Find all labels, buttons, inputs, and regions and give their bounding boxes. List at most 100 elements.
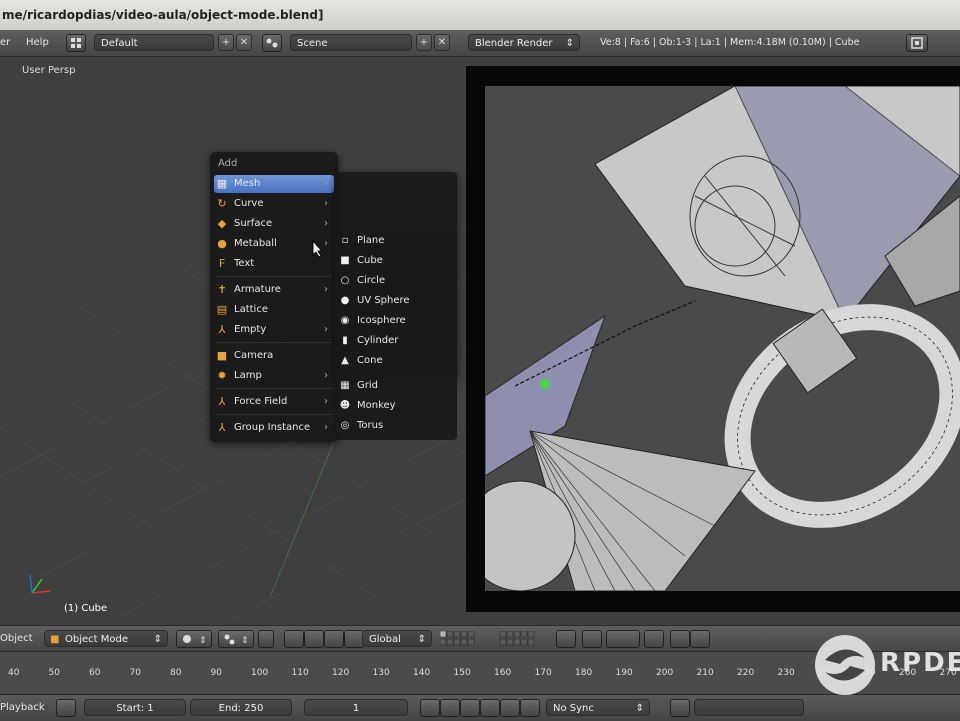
torus-icon: ◎: [340, 420, 350, 431]
add-menu-item-empty[interactable]: ⅄ Empty ›: [214, 321, 334, 339]
add-menu-item-lattice[interactable]: ▤ Lattice: [214, 301, 334, 319]
mesh-item-icosphere[interactable]: ◉ Icosphere: [337, 312, 455, 330]
window-title-bar: me/ricardopdias/video-aula/object-mode.b…: [0, 0, 960, 30]
add-menu-item-armature[interactable]: ✝ Armature ›: [214, 281, 334, 299]
add-menu-item-group-instance[interactable]: ⅄ Group Instance ›: [214, 419, 334, 437]
submenu-arrow-icon: ›: [324, 178, 328, 189]
rpde-logo-icon: [815, 635, 875, 695]
dropdown-arrows-icon: ⇕: [153, 634, 162, 645]
start-frame-field[interactable]: Start: 1: [84, 699, 186, 716]
timeline-tick-label: 230: [777, 668, 795, 678]
mesh-item-circle[interactable]: ○ Circle: [337, 272, 455, 290]
end-frame-field[interactable]: End: 250: [190, 699, 292, 716]
proportional-edit-icon[interactable]: [556, 630, 576, 648]
mesh-submenu-panel: ▫ Plane ■ Cube ○ Circle ● UV Sphere ◉ Icosphe…: [335, 232, 457, 440]
overlay-video-viewport: [485, 86, 960, 591]
layer-buttons[interactable]: [440, 631, 550, 647]
scene-name-field[interactable]: Scene: [290, 34, 412, 51]
snap-target-icon[interactable]: [644, 630, 664, 648]
play-reverse-icon[interactable]: [460, 699, 480, 717]
scale-icon[interactable]: [344, 630, 364, 648]
dropdown-arrows-icon: ⇕: [635, 703, 644, 714]
keying-icon[interactable]: [56, 699, 76, 717]
fullscreen-icon[interactable]: [906, 34, 928, 52]
scene-icon[interactable]: [262, 34, 282, 52]
add-layout-button[interactable]: +: [218, 34, 234, 51]
timeline-tick-label: 160: [494, 668, 512, 678]
mesh-item-torus[interactable]: ◎ Torus: [337, 417, 455, 435]
mesh-item-grid[interactable]: ▦ Grid: [337, 377, 455, 395]
snap-icon[interactable]: [582, 630, 602, 648]
viewport-shading-icon[interactable]: ⇕: [176, 630, 212, 648]
submenu-arrow-icon: ›: [324, 396, 328, 407]
timeline-tick-label: 210: [696, 668, 714, 678]
mesh-item-monkey[interactable]: ☻ Monkey: [337, 397, 455, 415]
manipulator-icon[interactable]: [284, 630, 304, 648]
mesh-item-plane[interactable]: ▫ Plane: [337, 232, 455, 250]
timeline-tick-label: 90: [210, 668, 222, 678]
svg-text:⇕: ⇕: [241, 636, 249, 646]
keying-set-field[interactable]: [694, 699, 804, 716]
timeline-tick-label: 140: [413, 668, 431, 678]
play-icon[interactable]: [480, 699, 500, 717]
pivot-point-icon[interactable]: ⇕: [218, 630, 254, 648]
add-scene-button[interactable]: +: [416, 34, 432, 51]
timeline-tick-label: 200: [656, 668, 674, 678]
mesh-item-uv-sphere[interactable]: ● UV Sphere: [337, 292, 455, 310]
menu-separator: [216, 342, 332, 343]
remove-scene-button[interactable]: ✕: [434, 34, 450, 51]
mode-value: Object Mode: [65, 634, 128, 645]
add-menu-title: Add: [218, 158, 238, 169]
screen-layout-icon[interactable]: [66, 34, 86, 52]
snap-element-icon[interactable]: [606, 630, 640, 648]
metaball-icon: ●: [217, 237, 227, 250]
add-menu-item-surface[interactable]: ◆ Surface ›: [214, 215, 334, 233]
timeline-tick-label: 100: [251, 668, 269, 678]
mesh-item-cone[interactable]: ▲ Cone: [337, 352, 455, 370]
object-menu[interactable]: Object: [0, 629, 33, 648]
prev-keyframe-icon[interactable]: [440, 699, 460, 717]
layers-toggle-icon[interactable]: [258, 630, 274, 648]
rotate-icon[interactable]: [324, 630, 344, 648]
render-engine-select[interactable]: Blender Render ⇕: [468, 34, 580, 51]
render-menu-fragment[interactable]: er: [0, 33, 14, 52]
mesh-item-cylinder[interactable]: ▮ Cylinder: [337, 332, 455, 350]
add-menu-item-camera[interactable]: ■ Camera: [214, 347, 334, 365]
playback-menu[interactable]: Playback: [0, 698, 45, 717]
remove-layout-button[interactable]: ✕: [236, 34, 252, 51]
sync-mode-select[interactable]: No Sync ⇕: [546, 699, 650, 716]
submenu-arrow-icon: ›: [324, 422, 328, 433]
timeline-tick-label: 70: [129, 668, 141, 678]
add-menu-item-curve[interactable]: ↻ Curve ›: [214, 195, 334, 213]
render-engine-value: Blender Render: [475, 38, 553, 49]
cube-icon: ■: [340, 255, 350, 266]
axis-gizmo-icon: [29, 574, 51, 594]
add-menu-item-force-field[interactable]: ⅄ Force Field ›: [214, 393, 334, 411]
next-keyframe-icon[interactable]: [500, 699, 520, 717]
current-frame-field[interactable]: 1: [304, 699, 408, 716]
text-icon: F: [218, 257, 226, 270]
mouse-cursor-icon: [312, 240, 324, 258]
svg-text:⇕: ⇕: [199, 636, 207, 646]
circle-icon: ○: [340, 275, 350, 286]
translate-icon[interactable]: [304, 630, 324, 648]
timeline-tick-label: 220: [737, 668, 755, 678]
render-animation-icon[interactable]: [690, 630, 710, 648]
menu-separator: [216, 414, 332, 415]
mode-select[interactable]: ■ Object Mode ⇕: [44, 630, 168, 647]
timeline-tick-label: 170: [534, 668, 552, 678]
mesh-item-cube[interactable]: ■ Cube: [337, 252, 455, 270]
sync-mode-value: No Sync: [553, 703, 594, 714]
orientation-select[interactable]: Global ⇕: [362, 630, 432, 647]
add-menu-item-mesh[interactable]: ▦ Mesh ›: [214, 175, 334, 193]
help-menu[interactable]: Help: [26, 33, 49, 52]
timeline-tick-label: 120: [332, 668, 350, 678]
render-still-icon[interactable]: [670, 630, 690, 648]
timeline-tick-label: 180: [575, 668, 593, 678]
jump-start-icon[interactable]: [420, 699, 440, 717]
add-menu-item-lamp[interactable]: ✹ Lamp ›: [214, 367, 334, 385]
record-icon[interactable]: [670, 699, 690, 717]
layout-name-field[interactable]: Default: [94, 34, 214, 51]
jump-end-icon[interactable]: [520, 699, 540, 717]
monkey-icon: ☻: [339, 400, 351, 411]
